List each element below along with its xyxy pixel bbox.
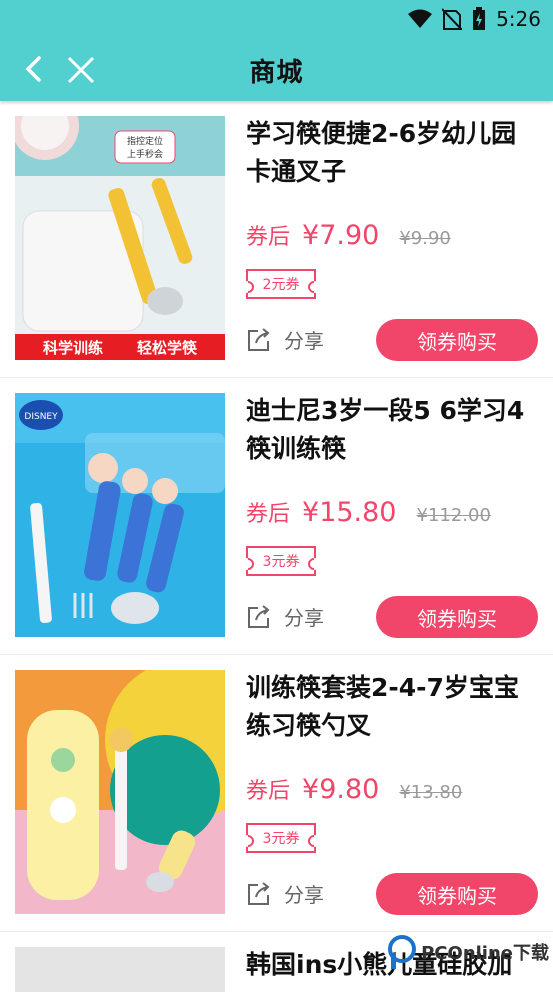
original-price: ¥112.00 [416, 505, 491, 526]
wifi-icon [408, 9, 433, 28]
share-label: 分享 [284, 883, 324, 907]
share-icon [248, 327, 270, 351]
badge-line-1: 指控定位 [127, 135, 163, 147]
share-label: 分享 [284, 606, 324, 630]
product-card[interactable]: DISNEY 迪士尼3岁一段5 6学习4筷训练筷 券后 ¥15.80 ¥112.… [0, 378, 553, 655]
product-list: 指控定位 上手秒会 科学训练 轻松学筷 学习筷便捷2-6岁幼儿园卡通叉子 券后 … [0, 101, 553, 992]
after-coupon-label: 券后 [246, 779, 291, 804]
badge-line-2: 上手秒会 [127, 148, 163, 160]
coupon-badge: 2元券 [246, 269, 316, 299]
buy-with-coupon-button[interactable]: 领券购买 [376, 873, 538, 915]
original-price: ¥13.80 [399, 782, 463, 803]
product-image[interactable] [15, 670, 225, 914]
buy-with-coupon-button[interactable]: 领券购买 [376, 319, 538, 361]
status-time: 5:26 [496, 7, 541, 31]
watermark-text: PCOnline下载 [421, 943, 549, 964]
coupon-badge: 3元券 [246, 823, 316, 853]
no-signal-icon [442, 8, 463, 30]
after-coupon-label: 券后 [246, 502, 291, 527]
coupon-price: ¥9.80 [302, 774, 380, 805]
coupon-price: ¥7.90 [302, 220, 380, 251]
share-icon [248, 881, 270, 905]
banner-right-text: 轻松学筷 [137, 339, 198, 357]
chopsticks-photo-2: DISNEY [15, 393, 225, 637]
product-card[interactable]: 训练筷套装2-4-7岁宝宝练习筷勺叉 券后 ¥9.80 ¥13.80 3元券 分… [0, 655, 553, 932]
chopsticks-photo-1: 指控定位 上手秒会 科学训练 轻松学筷 [15, 116, 225, 360]
chopsticks-photo-3 [15, 670, 225, 914]
share-button[interactable]: 分享 [246, 879, 324, 908]
coupon-price: ¥15.80 [302, 497, 397, 528]
product-image[interactable] [15, 947, 225, 992]
share-button[interactable]: 分享 [246, 325, 324, 354]
watermark-logo-icon [388, 935, 417, 969]
product-name[interactable]: 训练筷套装2-4-7岁宝宝练习筷勺叉 [246, 669, 536, 745]
share-icon [248, 604, 270, 628]
share-button[interactable]: 分享 [246, 602, 324, 631]
top-bar: 5:26 商城 [0, 0, 553, 101]
price-row: 券后 ¥7.90 ¥9.90 [246, 219, 451, 251]
coupon-badge: 3元券 [246, 546, 316, 576]
original-price: ¥9.90 [399, 228, 451, 249]
page-title: 商城 [249, 58, 304, 88]
product-name[interactable]: 迪士尼3岁一段5 6学习4筷训练筷 [246, 392, 536, 468]
status-bar: 5:26 [408, 6, 541, 32]
brand-logo-text: DISNEY [24, 412, 58, 422]
product-card[interactable]: 指控定位 上手秒会 科学训练 轻松学筷 学习筷便捷2-6岁幼儿园卡通叉子 券后 … [0, 101, 553, 378]
battery-charging-icon [473, 7, 486, 30]
price-row: 券后 ¥15.80 ¥112.00 [246, 496, 491, 528]
product-image[interactable]: 指控定位 上手秒会 科学训练 轻松学筷 [15, 116, 225, 360]
watermark: PCOnline下载 [387, 935, 549, 969]
product-name[interactable]: 学习筷便捷2-6岁幼儿园卡通叉子 [246, 115, 536, 191]
share-label: 分享 [284, 329, 324, 353]
after-coupon-label: 券后 [246, 225, 291, 250]
price-row: 券后 ¥9.80 ¥13.80 [246, 773, 462, 805]
product-image[interactable]: DISNEY [15, 393, 225, 637]
banner-left-text: 科学训练 [43, 339, 103, 357]
buy-with-coupon-button[interactable]: 领券购买 [376, 596, 538, 638]
